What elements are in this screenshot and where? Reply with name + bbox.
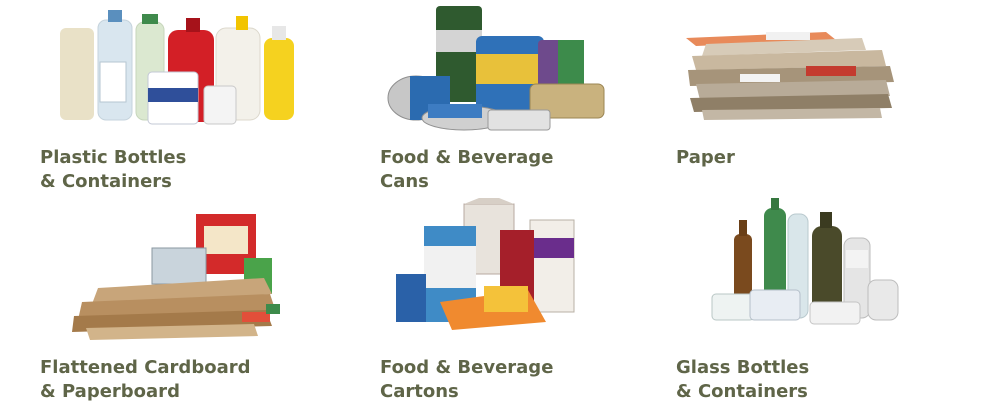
item-label-line2: Cartons <box>380 381 459 402</box>
item-label: Flattened Cardboard & Paperboard <box>40 356 250 404</box>
item-label-line1: Plastic Bottles <box>40 147 187 168</box>
item-label-line2: Cans <box>380 171 429 192</box>
item-label-line1: Food & Beverage <box>380 147 554 168</box>
item-label-line2: & Containers <box>40 171 172 192</box>
item-label: Glass Bottles & Containers <box>676 356 809 404</box>
paper-stack-image <box>686 32 894 120</box>
item-label-line1: Flattened Cardboard <box>40 357 251 378</box>
item-label: Plastic Bottles & Containers <box>40 146 186 194</box>
item-label-line1: Paper <box>676 147 735 168</box>
cartons-image <box>396 198 575 330</box>
item-label-line1: Food & Beverage <box>380 357 554 378</box>
item-label-line1: Glass Bottles <box>676 357 810 378</box>
cardboard-stack-image <box>72 214 280 340</box>
plastic-bottles-image <box>60 10 294 125</box>
item-label: Food & Beverage Cartons <box>380 356 553 404</box>
item-label-line2: & Paperboard <box>40 381 180 402</box>
item-label: Paper <box>676 146 735 170</box>
glass-bottles-image <box>711 198 899 325</box>
food-cans-image <box>387 6 605 131</box>
item-label-line2: & Containers <box>676 381 808 402</box>
item-label: Food & Beverage Cans <box>380 146 553 194</box>
